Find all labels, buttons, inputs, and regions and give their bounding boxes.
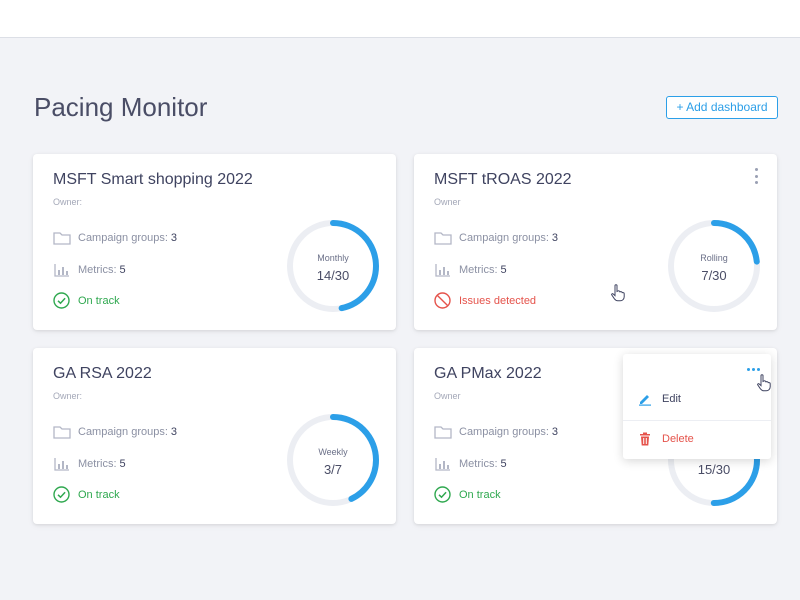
status-row: Issues detected	[434, 292, 536, 309]
metrics-value: 5	[500, 458, 507, 470]
folder-icon	[434, 426, 452, 439]
status-text: Issues detected	[459, 294, 537, 307]
metrics-row: Metrics: 5	[434, 263, 507, 277]
bar-chart-icon	[435, 458, 450, 471]
card-owner: Owner	[434, 197, 461, 207]
pacing-period: Rolling	[700, 253, 728, 263]
check-circle-icon	[53, 292, 70, 309]
status-row: On track	[53, 292, 120, 309]
delete-label: Delete	[662, 433, 694, 445]
pacing-period: Monthly	[317, 253, 349, 263]
menu-divider	[623, 420, 771, 421]
status-row: On track	[434, 486, 501, 503]
dashboard-card[interactable]: MSFT tROAS 2022 Owner Campaign groups: 3 …	[414, 154, 777, 330]
campaign-groups-label: Campaign groups:	[78, 232, 168, 244]
metrics-row: Metrics: 5	[53, 457, 126, 471]
edit-label: Edit	[662, 393, 681, 405]
pacing-ring	[287, 220, 379, 312]
pacing-ring	[287, 414, 379, 506]
pacing-value: 14/30	[316, 268, 350, 283]
metrics-label: Metrics:	[459, 264, 498, 276]
card-title: MSFT tROAS 2022	[434, 171, 572, 188]
top-bar	[0, 0, 800, 38]
pacing-value: 3/7	[323, 462, 343, 477]
card-title: GA PMax 2022	[434, 365, 542, 382]
campaign-groups-value: 3	[551, 426, 559, 438]
pacing-ring	[668, 220, 760, 312]
check-circle-icon	[53, 486, 70, 503]
status-text: On track	[459, 488, 501, 501]
card-context-menu: Edit Delete	[623, 354, 771, 459]
pencil-icon	[639, 395, 651, 406]
check-circle-icon	[434, 486, 451, 503]
bar-chart-icon	[54, 458, 69, 471]
pacing-period: Weekly	[318, 447, 348, 457]
trash-icon	[640, 432, 650, 446]
metrics-label: Metrics:	[459, 458, 498, 470]
blocked-icon	[434, 292, 451, 309]
edit-menu-item[interactable]: Edit	[638, 392, 681, 406]
metrics-value: 5	[119, 458, 126, 470]
campaign-groups-value: 3	[170, 232, 178, 244]
card-title: GA RSA 2022	[53, 365, 152, 382]
metrics-value: 5	[119, 264, 126, 276]
hand-cursor-icon	[611, 284, 625, 302]
add-dashboard-button[interactable]: + Add dashboard	[666, 96, 778, 119]
metrics-value: 5	[500, 264, 507, 276]
bar-chart-icon	[54, 264, 69, 277]
status-row: On track	[53, 486, 120, 503]
campaign-groups-row: Campaign groups: 3	[53, 425, 177, 439]
campaign-groups-row: Campaign groups: 3	[434, 425, 558, 439]
folder-icon	[53, 426, 71, 439]
campaign-groups-label: Campaign groups:	[459, 426, 549, 438]
campaign-groups-value: 3	[551, 232, 559, 244]
campaign-groups-value: 3	[170, 426, 178, 438]
pacing-value: 15/30	[697, 462, 731, 477]
status-text: On track	[78, 294, 120, 307]
bar-chart-icon	[435, 264, 450, 277]
metrics-row: Metrics: 5	[53, 263, 126, 277]
metrics-label: Metrics:	[78, 458, 117, 470]
pacing-value: 7/30	[701, 268, 727, 283]
card-owner: Owner:	[53, 197, 83, 207]
campaign-groups-label: Campaign groups:	[459, 232, 549, 244]
metrics-label: Metrics:	[78, 264, 117, 276]
campaign-groups-row: Campaign groups: 3	[434, 231, 558, 245]
card-title: MSFT Smart shopping 2022	[53, 171, 253, 188]
status-text: On track	[78, 488, 120, 501]
card-owner: Owner	[434, 391, 461, 401]
delete-menu-item[interactable]: Delete	[638, 432, 694, 446]
campaign-groups-label: Campaign groups:	[78, 426, 168, 438]
more-horizontal-icon[interactable]	[747, 368, 760, 371]
dashboard-card[interactable]: GA RSA 2022 Owner: Campaign groups: 3 Met…	[33, 348, 396, 524]
card-owner: Owner:	[53, 391, 83, 401]
more-vertical-icon[interactable]	[751, 168, 761, 184]
campaign-groups-row: Campaign groups: 3	[53, 231, 177, 245]
page-title: Pacing Monitor	[34, 92, 208, 122]
folder-icon	[53, 232, 71, 245]
hand-cursor-icon	[757, 374, 771, 392]
folder-icon	[434, 232, 452, 245]
dashboard-card[interactable]: MSFT Smart shopping 2022 Owner: Campaign…	[33, 154, 396, 330]
metrics-row: Metrics: 5	[434, 457, 507, 471]
